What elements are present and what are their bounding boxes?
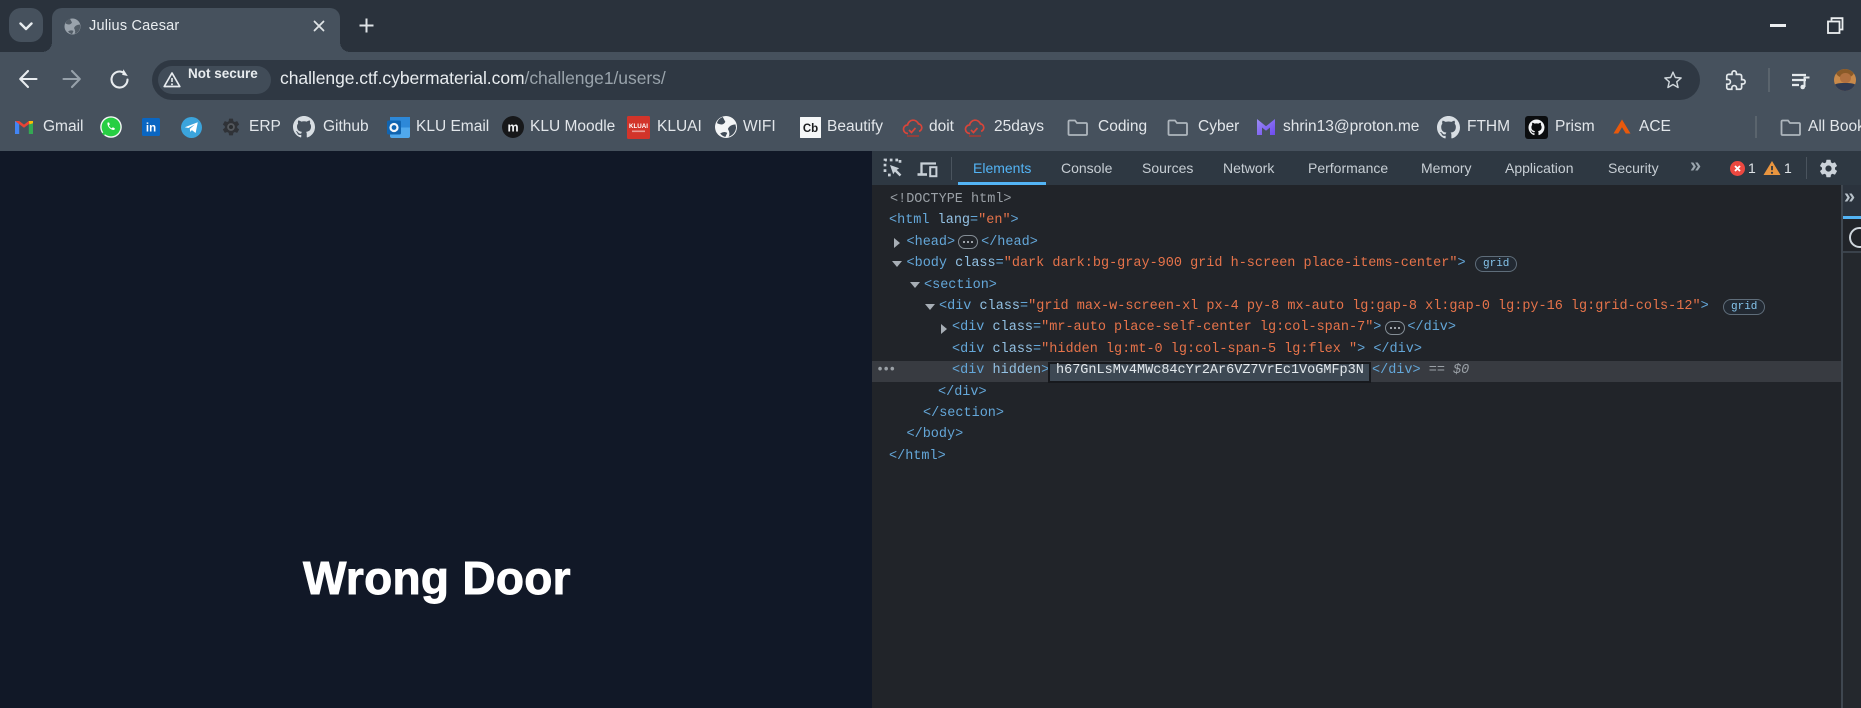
svg-text:in: in: [146, 123, 156, 135]
svg-text:Cb: Cb: [803, 123, 818, 135]
svg-text:m: m: [507, 120, 518, 134]
svg-text:KLUAI: KLUAI: [629, 123, 648, 130]
